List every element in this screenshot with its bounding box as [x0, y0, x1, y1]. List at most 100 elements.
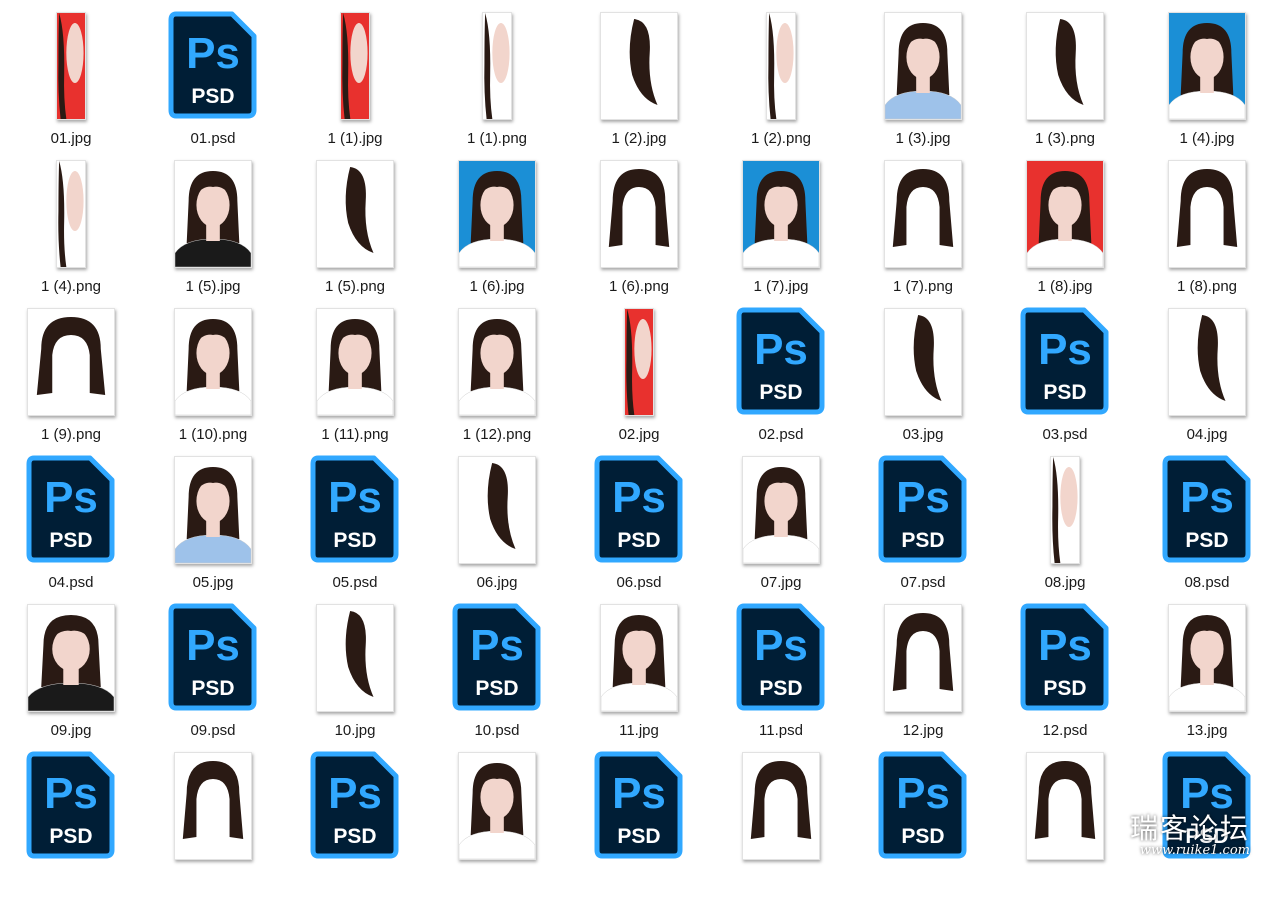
file-name-label: 02.psd	[758, 426, 804, 443]
file-item[interactable]: 1 (6).jpg	[426, 158, 568, 306]
file-item[interactable]: 03.jpg	[852, 306, 994, 454]
file-item[interactable]	[142, 750, 284, 898]
file-item[interactable]: 05.jpg	[142, 454, 284, 602]
file-item[interactable]: Ps PSD	[0, 750, 142, 898]
psd-logo-text: Ps	[896, 769, 950, 818]
file-item[interactable]: 12.jpg	[852, 602, 994, 750]
file-item[interactable]: 11.jpg	[568, 602, 710, 750]
psd-type-label: PSD	[1043, 677, 1086, 700]
file-item[interactable]: 10.jpg	[284, 602, 426, 750]
file-item[interactable]: 06.jpg	[426, 454, 568, 602]
hair-cutout-icon	[1168, 160, 1246, 268]
file-item[interactable]: 1 (10).png	[142, 306, 284, 454]
hair-cutout-icon	[1026, 12, 1104, 120]
file-item[interactable]: 1 (8).jpg	[994, 158, 1136, 306]
psd-type-label: PSD	[475, 677, 518, 700]
file-name-label: 13.jpg	[1186, 722, 1228, 739]
file-name-label: 08.jpg	[1044, 574, 1086, 591]
hair-cutout-icon	[174, 752, 252, 860]
file-item[interactable]: Ps PSD 12.psd	[994, 602, 1136, 750]
file-name-label: 10.psd	[474, 722, 520, 739]
file-item[interactable]: Ps PSD 10.psd	[426, 602, 568, 750]
file-item[interactable]: Ps PSD	[852, 750, 994, 898]
file-item[interactable]: Ps PSD 08.psd	[1136, 454, 1266, 602]
file-item[interactable]: Ps PSD 03.psd	[994, 306, 1136, 454]
file-item[interactable]: Ps PSD	[284, 750, 426, 898]
hair-cutout-icon	[482, 12, 512, 120]
file-name-label: 09.jpg	[50, 722, 92, 739]
hair-cutout-icon	[884, 160, 962, 268]
psd-logo-text: Ps	[612, 473, 666, 522]
psd-logo-text: Ps	[1038, 621, 1092, 670]
file-name-label: 07.jpg	[760, 574, 802, 591]
psd-logo-text: Ps	[186, 621, 240, 670]
file-item[interactable]: Ps PSD 05.psd	[284, 454, 426, 602]
file-item[interactable]	[994, 750, 1136, 898]
photoshop-file-icon: Ps PSD	[452, 602, 542, 712]
hair-cutout-icon	[766, 12, 796, 120]
file-item[interactable]: 1 (5).jpg	[142, 158, 284, 306]
file-name-label: 09.psd	[190, 722, 236, 739]
file-item[interactable]	[710, 750, 852, 898]
file-item[interactable]: Ps PSD 04.psd	[0, 454, 142, 602]
file-item[interactable]: 07.jpg	[710, 454, 852, 602]
file-item[interactable]: 1 (2).jpg	[568, 10, 710, 158]
photoshop-file-icon: Ps PSD	[878, 454, 968, 564]
photoshop-file-icon: Ps PSD	[594, 454, 684, 564]
file-item[interactable]: 1 (7).jpg	[710, 158, 852, 306]
file-item[interactable]: 1 (5).png	[284, 158, 426, 306]
psd-logo-text: Ps	[44, 473, 98, 522]
file-item[interactable]: 1 (2).png	[710, 10, 852, 158]
portrait-photo-icon	[174, 456, 252, 564]
file-name-label: 1 (3).jpg	[895, 130, 951, 147]
file-item[interactable]: Ps PSD	[568, 750, 710, 898]
file-item[interactable]: 1 (11).png	[284, 306, 426, 454]
file-name-label: 04.psd	[48, 574, 94, 591]
portrait-photo-icon	[1050, 456, 1080, 564]
file-name-label: 1 (2).jpg	[611, 130, 667, 147]
file-item[interactable]: 1 (3).png	[994, 10, 1136, 158]
file-item[interactable]: Ps PSD 09.psd	[142, 602, 284, 750]
file-item[interactable]: 1 (1).jpg	[284, 10, 426, 158]
file-name-label: 01.jpg	[50, 130, 92, 147]
file-item[interactable]: Ps PSD 02.psd	[710, 306, 852, 454]
file-item[interactable]: Ps PSD 11.psd	[710, 602, 852, 750]
watermark-text: 瑞客论坛	[1129, 812, 1250, 845]
hair-cutout-icon	[316, 604, 394, 712]
psd-type-label: PSD	[333, 529, 376, 552]
file-item[interactable]: 1 (12).png	[426, 306, 568, 454]
file-name-label: 1 (12).png	[462, 426, 532, 443]
file-item[interactable]: 02.jpg	[568, 306, 710, 454]
photoshop-file-icon: Ps PSD	[1162, 454, 1252, 564]
hair-cutout-icon	[1168, 308, 1246, 416]
watermark: 瑞客论坛 www.ruike1.com	[1130, 814, 1250, 858]
file-item[interactable]: 1 (1).png	[426, 10, 568, 158]
file-item[interactable]: Ps PSD 01.psd	[142, 10, 284, 158]
file-item[interactable]: 13.jpg	[1136, 602, 1266, 750]
file-item[interactable]: 1 (4).jpg	[1136, 10, 1266, 158]
file-name-label: 1 (5).jpg	[185, 278, 241, 295]
file-item[interactable]	[426, 750, 568, 898]
file-name-label: 1 (1).png	[466, 130, 528, 147]
file-item[interactable]: 1 (7).png	[852, 158, 994, 306]
file-name-label: 06.jpg	[476, 574, 518, 591]
hair-cutout-icon	[884, 604, 962, 712]
file-item[interactable]: 1 (4).png	[0, 158, 142, 306]
file-item[interactable]: 1 (8).png	[1136, 158, 1266, 306]
psd-logo-text: Ps	[1038, 325, 1092, 374]
file-name-label: 1 (2).png	[750, 130, 812, 147]
file-item[interactable]: 1 (6).png	[568, 158, 710, 306]
file-item[interactable]: 1 (3).jpg	[852, 10, 994, 158]
file-name-label: 03.psd	[1042, 426, 1088, 443]
portrait-photo-icon	[340, 12, 370, 120]
watermark-url: www.ruike1.com	[1139, 843, 1250, 858]
file-item[interactable]: Ps PSD 07.psd	[852, 454, 994, 602]
file-item[interactable]: 04.jpg	[1136, 306, 1266, 454]
photoshop-file-icon: Ps PSD	[1020, 306, 1110, 416]
file-item[interactable]: 1 (9).png	[0, 306, 142, 454]
file-item[interactable]: 09.jpg	[0, 602, 142, 750]
file-item[interactable]: 08.jpg	[994, 454, 1136, 602]
file-name-label: 1 (8).png	[1176, 278, 1238, 295]
file-item[interactable]: 01.jpg	[0, 10, 142, 158]
file-item[interactable]: Ps PSD 06.psd	[568, 454, 710, 602]
